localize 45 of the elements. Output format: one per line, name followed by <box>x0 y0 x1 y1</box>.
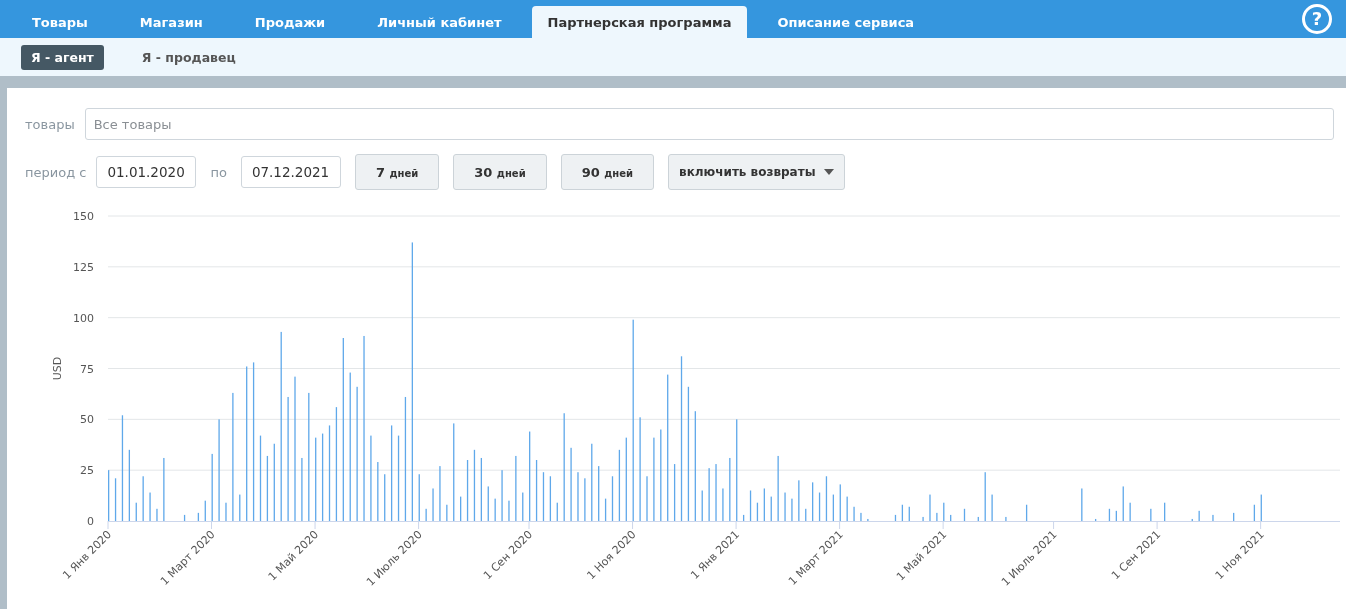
chart-bar <box>604 498 607 521</box>
y-tick-label: 100 <box>73 311 94 325</box>
chart-bar <box>266 455 269 521</box>
chart-bar <box>749 490 752 521</box>
caret-icon <box>823 169 834 175</box>
chart-bar <box>183 514 186 521</box>
chart-bar <box>825 476 828 521</box>
date-field[interactable]: 07.12.2021 <box>240 156 341 188</box>
chart-bar <box>1025 504 1028 521</box>
chart-bar <box>1108 508 1111 521</box>
date-field[interactable]: 01.01.2020 <box>96 156 197 188</box>
period-button[interactable]: 7 дней <box>354 154 440 190</box>
chart-bar <box>818 492 821 521</box>
chart-bar <box>894 514 897 521</box>
y-tick-label: 0 <box>87 515 94 528</box>
field-label: товары <box>25 116 75 132</box>
chart-bar <box>756 502 759 521</box>
chart-bar <box>542 472 545 521</box>
y-tick-label: 150 <box>73 210 94 223</box>
chart-bar <box>197 512 200 521</box>
chart-bar <box>901 504 904 521</box>
chart-bar <box>549 476 552 521</box>
chart-bar <box>473 449 476 521</box>
chart-bar <box>618 449 621 521</box>
field-label: по <box>210 164 227 180</box>
chart-bar <box>466 460 469 521</box>
y-tick-label: 50 <box>80 413 94 427</box>
y-tick-label: 125 <box>73 260 94 274</box>
y-axis-title: USD <box>51 356 64 381</box>
field-label: период с <box>25 164 87 180</box>
y-tick-label: 75 <box>80 362 94 376</box>
role-tab[interactable]: Я - продавец <box>121 44 256 70</box>
nav-tab[interactable]: Партнерская программа <box>531 6 748 38</box>
returns-dropdown[interactable]: включить возвраты <box>668 154 845 190</box>
role-tab[interactable]: Я - агент <box>21 44 104 70</box>
y-tick-label: 25 <box>80 464 94 478</box>
chart-bar <box>1253 504 1256 521</box>
period-button[interactable]: 90 дней <box>560 154 655 190</box>
chart-bar <box>611 476 614 521</box>
period-button[interactable]: 30 дней <box>453 154 547 190</box>
chart-bar <box>114 478 117 521</box>
products-field[interactable]: Все товары <box>84 108 1334 140</box>
chart-bar <box>963 508 966 521</box>
chart-bar <box>673 464 676 521</box>
chart-bar <box>535 460 538 521</box>
